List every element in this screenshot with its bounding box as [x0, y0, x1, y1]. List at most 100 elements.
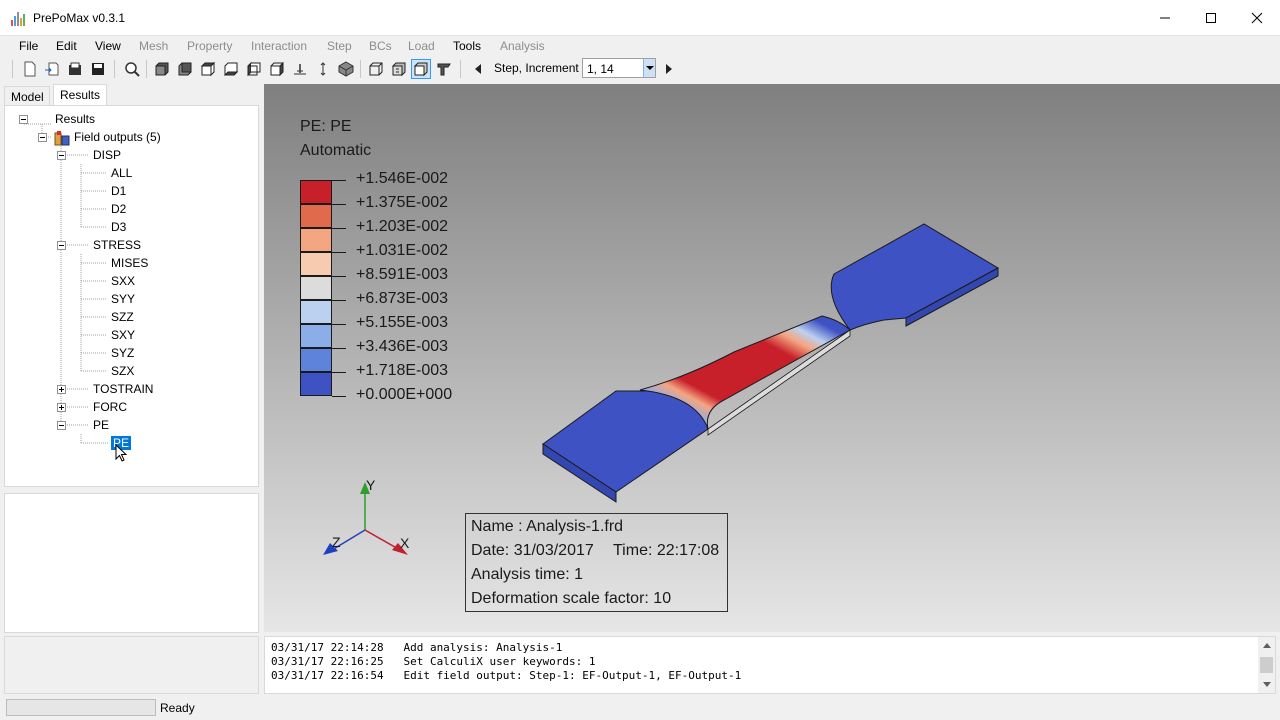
- menu-mesh[interactable]: Mesh: [139, 39, 168, 53]
- results-viewport[interactable]: PE: PE Automatic +1.546E-002 +1.375E-002…: [264, 84, 1280, 632]
- expand-forc-toggle[interactable]: [57, 403, 66, 412]
- analysis-info-box: Name : Analysis-1.frd Date: 31/03/2017 T…: [465, 513, 728, 612]
- cube-right-icon: [270, 61, 284, 77]
- zoom-icon: [125, 62, 140, 77]
- open-folder-icon: [69, 62, 81, 75]
- menu-analysis[interactable]: Analysis: [500, 39, 545, 53]
- save-button[interactable]: [88, 59, 108, 79]
- cube-top-icon: [200, 61, 216, 77]
- tree-node-mises[interactable]: MISES: [111, 256, 148, 270]
- menu-property[interactable]: Property: [187, 39, 232, 53]
- zoom-button[interactable]: [122, 59, 142, 79]
- properties-panel: [4, 493, 259, 633]
- toolbar-grip: [12, 60, 13, 78]
- menu-bcs[interactable]: BCs: [369, 39, 392, 53]
- view-right-button[interactable]: [267, 59, 287, 79]
- dropdown-button[interactable]: [643, 59, 655, 77]
- menu-interaction[interactable]: Interaction: [251, 39, 307, 53]
- tab-results[interactable]: Results: [53, 84, 107, 106]
- menu-load[interactable]: Load: [408, 39, 435, 53]
- tree-node-all[interactable]: ALL: [111, 166, 132, 180]
- tree-node-disp[interactable]: DISP: [93, 148, 121, 162]
- menu-bar: File Edit View Mesh Property Interaction…: [0, 36, 1280, 56]
- menu-tools[interactable]: Tools: [453, 39, 481, 53]
- tab-model[interactable]: Model: [4, 86, 50, 106]
- scroll-up-icon: [1262, 643, 1271, 648]
- new-button[interactable]: [20, 59, 40, 79]
- tree-node-forc[interactable]: FORC: [93, 400, 127, 414]
- collapse-disp-toggle[interactable]: [57, 151, 66, 160]
- tree-node-d2[interactable]: D2: [111, 202, 126, 216]
- menu-file[interactable]: File: [19, 39, 38, 53]
- arrow-right-icon: [666, 64, 672, 74]
- cube-front-icon: [155, 62, 169, 76]
- tree-node-szz[interactable]: SZZ: [111, 310, 134, 324]
- info-time: Time: 22:17:08: [613, 542, 720, 559]
- collapse-results-toggle[interactable]: [19, 115, 28, 124]
- wireframe-icon: [369, 62, 383, 76]
- console-line: 03/31/17 22:16:54 Edit field output: Ste…: [271, 669, 742, 682]
- arrow-left-icon: [475, 64, 481, 74]
- minimize-button[interactable]: [1142, 0, 1188, 36]
- status-bar: Ready: [0, 696, 1280, 720]
- tree-node-tostrain[interactable]: TOSTRAIN: [93, 382, 153, 396]
- console-line: 03/31/17 22:14:28 Add analysis: Analysis…: [271, 641, 563, 654]
- collapse-field-outputs-toggle[interactable]: [38, 133, 47, 142]
- view-left-button[interactable]: [244, 59, 264, 79]
- view-normal-button[interactable]: [290, 59, 310, 79]
- tree-node-sxx[interactable]: SXX: [111, 274, 135, 288]
- import-button[interactable]: [42, 59, 62, 79]
- maximize-icon: [1206, 13, 1216, 23]
- info-analysis-time: Analysis time: 1: [471, 566, 584, 583]
- field-outputs-icon: [54, 131, 70, 146]
- scroll-down-button[interactable]: [1258, 676, 1275, 693]
- step-increment-select[interactable]: 1, 14: [582, 58, 656, 78]
- tree-node-szx[interactable]: SZX: [111, 364, 134, 378]
- tree-node-sxy[interactable]: SXY: [111, 328, 135, 342]
- scroll-thumb[interactable]: [1260, 657, 1273, 673]
- model-results-tabs: Model Results: [4, 84, 260, 106]
- view-back-button[interactable]: [175, 59, 195, 79]
- open-button[interactable]: [65, 59, 85, 79]
- shaded-edges-button[interactable]: [389, 59, 409, 79]
- window-title: PrePoMax v0.3.1: [33, 11, 126, 25]
- shaded-button[interactable]: [411, 59, 431, 79]
- view-front-button[interactable]: [152, 59, 172, 79]
- collapse-pe-toggle[interactable]: [57, 421, 66, 430]
- menu-edit[interactable]: Edit: [56, 39, 77, 53]
- tree-node-d3[interactable]: D3: [111, 220, 126, 234]
- menu-view[interactable]: View: [95, 39, 121, 53]
- new-file-icon: [24, 61, 36, 77]
- view-top-button[interactable]: [198, 59, 218, 79]
- previous-increment-button[interactable]: [468, 59, 488, 79]
- cube-back-icon: [178, 62, 192, 76]
- output-console[interactable]: 03/31/17 22:14:28 Add analysis: Analysis…: [264, 636, 1276, 694]
- tree-node-results[interactable]: Results: [55, 112, 95, 126]
- wireframe-button[interactable]: [366, 59, 386, 79]
- view-bottom-button[interactable]: [221, 59, 241, 79]
- expand-tostrain-toggle[interactable]: [57, 385, 66, 394]
- console-scrollbar[interactable]: [1258, 637, 1275, 693]
- toolbar-separator: [360, 60, 361, 78]
- tree-node-d1[interactable]: D1: [111, 184, 126, 198]
- tree-node-syy[interactable]: SYY: [111, 292, 135, 306]
- collapse-stress-toggle[interactable]: [57, 241, 66, 250]
- vertical-view-button[interactable]: [313, 59, 333, 79]
- import-icon: [45, 62, 59, 76]
- scroll-up-button[interactable]: [1258, 637, 1275, 654]
- menu-step[interactable]: Step: [327, 39, 352, 53]
- maximize-button[interactable]: [1188, 0, 1234, 36]
- chevron-down-icon: [645, 66, 654, 70]
- next-increment-button[interactable]: [659, 59, 679, 79]
- tree-node-syz[interactable]: SYZ: [111, 346, 134, 360]
- app-logo-icon: [11, 12, 25, 26]
- tree-node-field-outputs[interactable]: Field outputs (5): [74, 130, 161, 144]
- close-button[interactable]: [1234, 0, 1280, 36]
- tree-node-pe[interactable]: PE: [93, 418, 109, 432]
- cube-left-icon: [247, 61, 261, 77]
- toolbar-separator: [146, 60, 147, 78]
- undeformed-button[interactable]: [434, 59, 454, 79]
- tree-node-stress[interactable]: STRESS: [93, 238, 141, 252]
- isometric-view-button[interactable]: [336, 59, 356, 79]
- results-tree: Results Field outputs (5) DISP ALL D1 D2…: [4, 105, 259, 487]
